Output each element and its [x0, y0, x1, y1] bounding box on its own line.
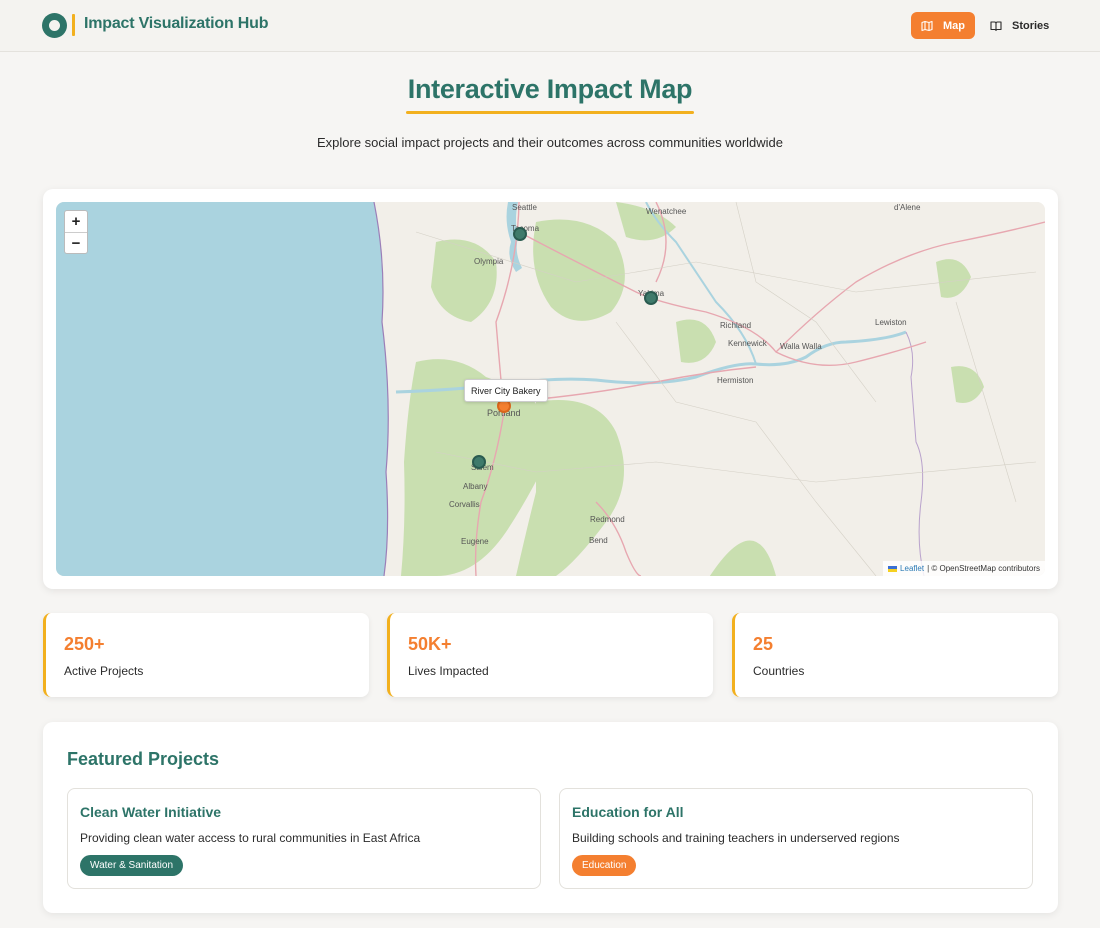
stat-card-countries: 25 Countries [732, 613, 1058, 697]
map-label-corvallis: Corvallis [449, 500, 480, 509]
brand-name[interactable]: Impact Visualization Hub [84, 15, 268, 33]
section-title: Featured Projects [67, 749, 220, 769]
logo-divider [72, 14, 75, 36]
book-icon [990, 20, 1002, 32]
page-subtitle: Explore social impact projects and their… [316, 135, 784, 150]
map-icon [921, 20, 933, 32]
page-title: Interactive Impact Map [407, 74, 693, 104]
title-underline [406, 111, 694, 114]
zoom-control: + − [64, 210, 88, 254]
nav-stories-label: Stories [1012, 19, 1050, 32]
project-card-education[interactable]: Education for All Building schools and t… [559, 788, 1033, 889]
map-marker[interactable] [513, 227, 527, 241]
map-attribution: Leaflet | © OpenStreetMap contributors [883, 561, 1045, 576]
project-title[interactable]: Education for All [572, 804, 683, 820]
map-label-walla-walla: Walla Walla [780, 342, 822, 351]
impact-map[interactable]: Seattle Wenatchee d'Alene Tacoma Olympia… [56, 202, 1045, 576]
zoom-out-button[interactable]: − [65, 232, 87, 253]
map-tiles [56, 202, 1045, 576]
nav-map-label: Map [943, 19, 965, 32]
zoom-in-button[interactable]: + [65, 211, 87, 232]
stat-value: 50K+ [408, 634, 452, 654]
map-label-lewiston: Lewiston [875, 318, 907, 327]
stat-card-projects: 250+ Active Projects [43, 613, 369, 697]
project-card-clean-water[interactable]: Clean Water Initiative Providing clean w… [67, 788, 541, 889]
logo-icon[interactable] [42, 13, 67, 38]
map-card: Seattle Wenatchee d'Alene Tacoma Olympia… [43, 189, 1058, 589]
map-label-seattle: Seattle [512, 203, 537, 212]
nav-map-button[interactable]: Map [911, 12, 975, 39]
marker-tooltip: River City Bakery [464, 379, 548, 402]
map-label-kennewick: Kennewick [728, 339, 767, 348]
category-tag[interactable]: Water & Sanitation [80, 855, 184, 876]
stat-card-lives: 50K+ Lives Impacted [387, 613, 713, 697]
nav-stories-button[interactable]: Stories [982, 12, 1058, 39]
stat-value: 250+ [64, 634, 105, 654]
stat-value: 25 [753, 634, 774, 654]
map-label-dalene: d'Alene [894, 203, 921, 212]
map-label-eugene: Eugene [461, 537, 489, 546]
project-description: Building schools and training teachers i… [572, 831, 900, 845]
stat-label: Active Projects [64, 664, 144, 678]
ukraine-flag-icon [888, 565, 898, 572]
map-label-olympia: Olympia [474, 257, 504, 266]
map-marker[interactable] [644, 291, 658, 305]
map-label-bend: Bend [589, 536, 608, 545]
project-description: Providing clean water access to rural co… [80, 831, 421, 845]
map-label-albany: Albany [463, 482, 488, 491]
project-title[interactable]: Clean Water Initiative [80, 804, 221, 820]
map-marker[interactable] [472, 455, 486, 469]
attribution-text: | © OpenStreetMap contributors [927, 564, 1040, 573]
map-label-hermiston: Hermiston [717, 376, 754, 385]
leaflet-link[interactable]: Leaflet [900, 564, 924, 573]
stat-label: Countries [753, 664, 805, 678]
stat-label: Lives Impacted [408, 664, 489, 678]
map-label-wenatchee: Wenatchee [646, 207, 687, 216]
featured-projects-section: Featured Projects Clean Water Initiative… [43, 722, 1058, 913]
top-navbar: Impact Visualization Hub Map Stories [0, 0, 1100, 52]
map-label-richland: Richland [720, 321, 752, 330]
category-tag[interactable]: Education [572, 855, 637, 876]
map-label-redmond: Redmond [590, 515, 625, 524]
